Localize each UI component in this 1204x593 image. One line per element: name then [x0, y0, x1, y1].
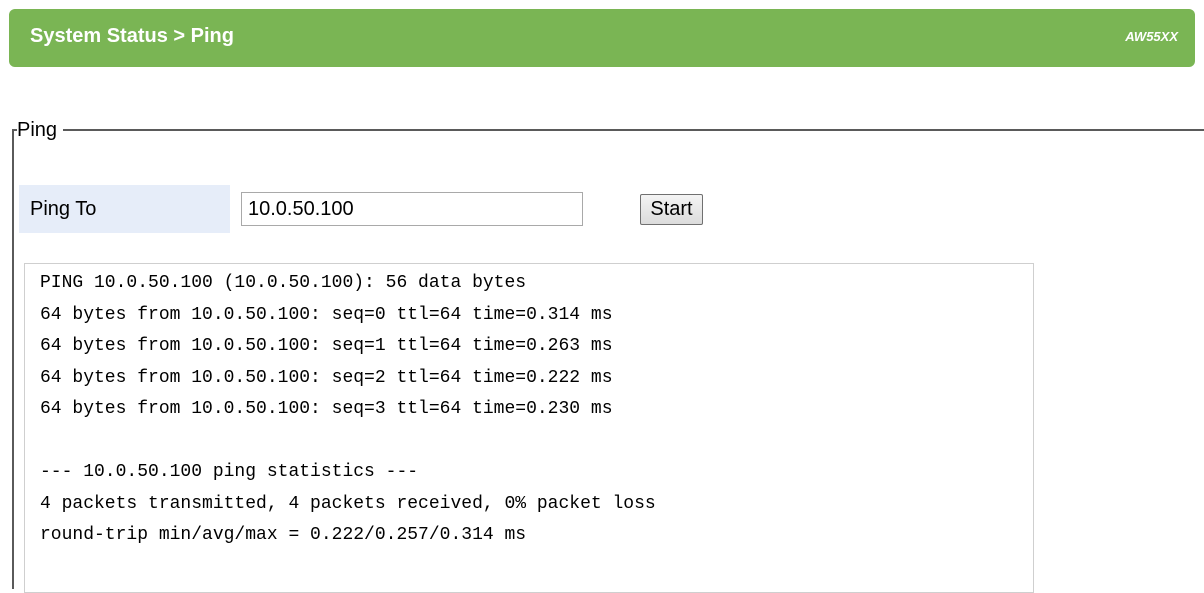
page-header: System Status > Ping AW55XX [9, 9, 1195, 67]
ping-fieldset-legend: Ping [17, 118, 64, 142]
output-line: 4 packets transmitted, 4 packets receive… [40, 493, 656, 514]
ping-to-row: Ping To Start [19, 185, 1178, 233]
output-line: 64 bytes from 10.0.50.100: seq=0 ttl=64 … [40, 304, 613, 325]
ping-to-input-cell: Start [230, 185, 1178, 233]
ping-to-label: Ping To [30, 198, 97, 220]
model-name: AW55XX [1125, 29, 1178, 44]
ping-output-area[interactable]: PING 10.0.50.100 (10.0.50.100): 56 data … [24, 263, 1034, 593]
output-line: round-trip min/avg/max = 0.222/0.257/0.3… [40, 525, 527, 545]
ping-to-input[interactable] [241, 192, 583, 226]
output-line: 64 bytes from 10.0.50.100: seq=3 ttl=64 … [40, 399, 613, 419]
start-button[interactable]: Start [640, 194, 703, 225]
output-line: PING 10.0.50.100 (10.0.50.100): 56 data … [40, 273, 527, 293]
page-title: System Status > Ping [30, 25, 234, 47]
output-line: 64 bytes from 10.0.50.100: seq=1 ttl=64 … [40, 336, 613, 356]
output-line: --- 10.0.50.100 ping statistics --- [40, 462, 419, 482]
output-line: 64 bytes from 10.0.50.100: seq=2 ttl=64 … [40, 367, 613, 388]
